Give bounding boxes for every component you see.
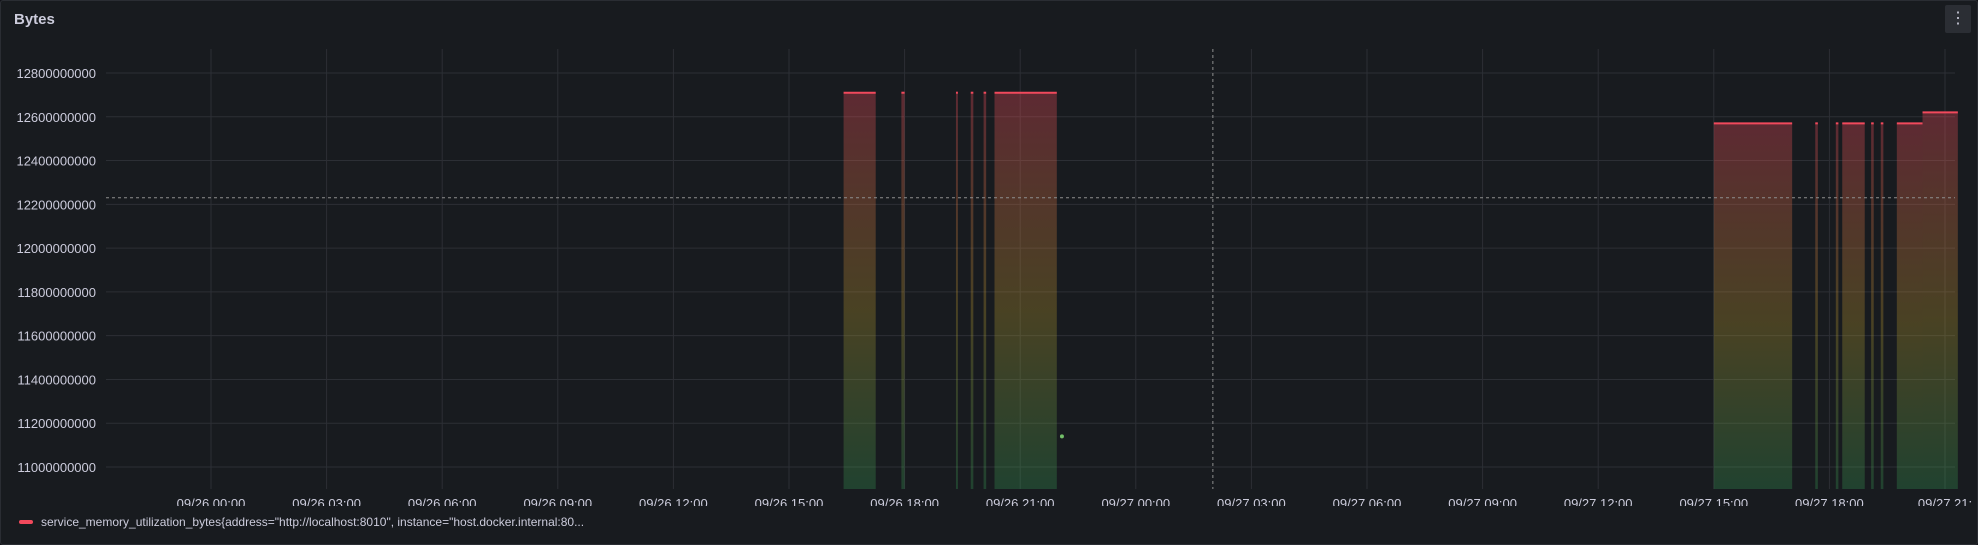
x-tick-label: 09/26 09:00 — [523, 496, 592, 506]
series-area-segment — [843, 92, 876, 489]
y-tick-label: 11800000000 — [17, 285, 96, 300]
series-area-segment — [1871, 123, 1874, 489]
y-tick-label: 12400000000 — [16, 154, 96, 169]
series-area-segment — [1896, 123, 1923, 489]
x-tick-label: 09/26 12:00 — [639, 496, 708, 506]
x-tick-label: 09/27 09:00 — [1448, 496, 1517, 506]
y-tick-label: 11000000000 — [17, 460, 96, 475]
y-tick-label: 11200000000 — [17, 416, 96, 431]
series-area-segment — [994, 92, 1057, 489]
x-tick-label: 09/26 18:00 — [870, 496, 939, 506]
series-area-segment — [1842, 123, 1865, 489]
series-area-segment — [955, 92, 958, 489]
x-tick-label: 09/27 18:00 — [1795, 496, 1864, 506]
y-tick-label: 12600000000 — [16, 110, 96, 125]
x-tick-label: 09/26 15:00 — [755, 496, 824, 506]
y-axis: 11000000000 11200000000 11400000000 1160000… — [16, 66, 96, 475]
x-tick-label: 09/27 15:00 — [1679, 496, 1748, 506]
y-tick-label: 11400000000 — [17, 372, 96, 387]
y-tick-label: 11600000000 — [17, 329, 96, 344]
y-tick-label: 12200000000 — [16, 197, 96, 212]
x-tick-label: 09/27 00:00 — [1101, 496, 1170, 506]
series-area-segment — [1713, 123, 1793, 489]
series-area-segment — [983, 92, 987, 489]
x-tick-label: 09/27 03:00 — [1217, 496, 1286, 506]
x-tick-label: 09/26 00:00 — [177, 496, 246, 506]
bytes-area-chart[interactable]: 11000000000 11200000000 11400000000 1160000… — [1, 1, 1977, 506]
x-tick-label: 09/26 03:00 — [292, 496, 361, 506]
legend-color-swatch — [19, 520, 33, 524]
series-areas — [843, 92, 1958, 490]
series-area-segment — [970, 92, 974, 489]
x-tick-label: 09/26 06:00 — [408, 496, 477, 506]
series-area-segment — [1835, 123, 1839, 489]
x-tick-label: 09/26 21:00 — [986, 496, 1055, 506]
y-tick-label: 12000000000 — [16, 241, 96, 256]
chart-panel: Bytes ⋮ 11000000000 11200000000 1140000000… — [0, 0, 1978, 545]
y-tick-label: 12800000000 — [16, 66, 96, 81]
series-area-segment — [1880, 123, 1884, 489]
x-tick-label: 09/27 06:00 — [1333, 496, 1402, 506]
x-axis: 09/26 00:00 09/26 03:00 09/26 06:00 09/26 0… — [177, 496, 1972, 506]
x-tick-label: 09/27 21: — [1918, 496, 1972, 506]
legend-series-label: service_memory_utilization_bytes{address… — [41, 515, 585, 529]
series-area-segment — [1922, 112, 1958, 490]
series-point — [1059, 434, 1064, 439]
x-tick-label: 09/27 12:00 — [1564, 496, 1633, 506]
legend[interactable]: service_memory_utilization_bytes{address… — [19, 515, 584, 529]
series-area-segment — [901, 92, 905, 489]
series-area-segment — [1815, 123, 1818, 489]
